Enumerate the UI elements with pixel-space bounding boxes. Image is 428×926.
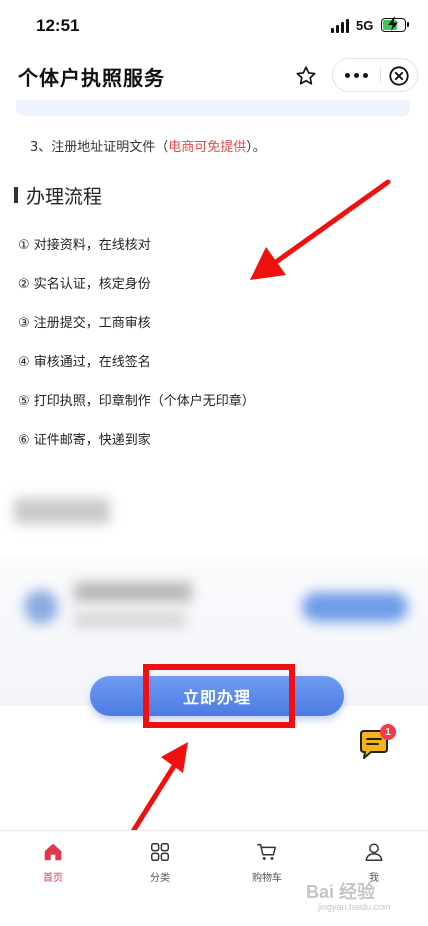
close-button[interactable]	[385, 62, 413, 90]
cart-icon	[257, 843, 276, 860]
mini-program-capsule	[332, 58, 418, 92]
more-icon	[344, 72, 350, 78]
document-note: 3、注册地址证明文件（电商可免提供）。	[30, 136, 266, 155]
user-icon	[365, 843, 383, 861]
close-icon	[389, 66, 409, 86]
tab-category[interactable]: 分类	[125, 841, 195, 891]
info-card-edge	[16, 100, 410, 116]
signal-icon	[331, 19, 351, 33]
blurred-heading	[14, 498, 110, 524]
favorite-button[interactable]	[291, 61, 321, 91]
tab-cart[interactable]: 购物车	[232, 841, 302, 891]
section-bar	[14, 187, 18, 203]
tab-home[interactable]: 首页	[18, 841, 88, 891]
annotation-box	[143, 664, 295, 728]
note-highlight: 电商可免提供	[168, 140, 247, 155]
more-button[interactable]	[333, 59, 379, 91]
process-step: ④ 审核通过，在线签名	[18, 355, 151, 370]
note-suffix: ）。	[246, 140, 266, 155]
tab-label: 分类	[150, 873, 170, 884]
process-step: ③ 注册提交，工商审核	[18, 316, 151, 331]
page-title: 个体户执照服务	[18, 66, 165, 90]
category-icon	[151, 843, 169, 861]
process-step: ① 对接资料，在线核对	[18, 238, 151, 253]
battery-icon	[381, 17, 409, 32]
process-step: ⑤ 打印执照，印章制作（个体户无印章）	[18, 394, 255, 409]
blurred-text	[74, 612, 186, 628]
status-time: 12:51	[36, 16, 80, 35]
chat-badge: 1	[380, 724, 396, 740]
charging-icon	[388, 17, 398, 31]
section-heading: 办理流程	[14, 182, 102, 208]
blurred-button	[302, 592, 408, 622]
tab-label: 购物车	[252, 873, 282, 884]
watermark-url: jingyan.baidu.com	[318, 902, 391, 912]
watermark: Bai 经验	[306, 882, 376, 902]
blurred-text	[74, 582, 192, 602]
tab-label: 首页	[43, 873, 63, 884]
title-bar: 个体户执照服务	[0, 52, 428, 100]
star-icon	[296, 66, 316, 85]
arrow-to-steps	[250, 179, 391, 280]
network-label: 5G	[356, 18, 374, 33]
process-step: ⑥ 证件邮寄，快递到家	[18, 433, 151, 448]
section-title: 办理流程	[26, 185, 103, 208]
home-icon	[44, 843, 62, 861]
blurred-icon	[24, 590, 58, 624]
status-bar: 12:51 5G	[0, 0, 428, 52]
capsule-divider	[380, 67, 381, 83]
process-step: ② 实名认证，核定身份	[18, 277, 151, 292]
note-prefix: 3、注册地址证明文件（	[30, 140, 169, 155]
